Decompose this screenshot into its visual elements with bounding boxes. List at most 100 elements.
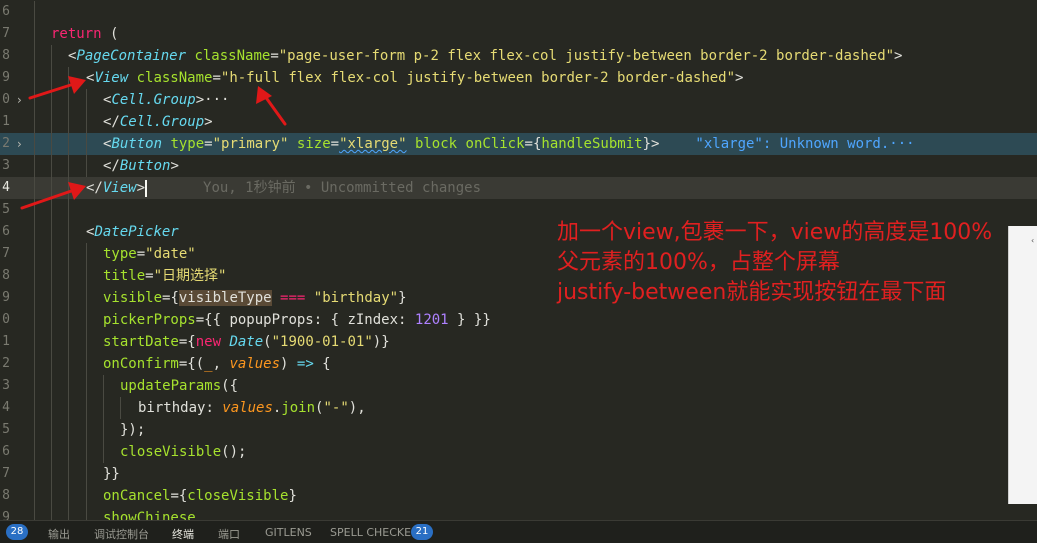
indent-guide (86, 331, 87, 353)
code-text: pickerProps={{ popupProps: { zIndex: 120… (103, 312, 491, 328)
indent-guide (68, 507, 69, 520)
code-text: }); (120, 422, 146, 438)
code-line[interactable]: 0 › <Cell.Group>··· (0, 89, 1037, 111)
indent-guide (34, 441, 35, 463)
indent-guide (51, 441, 52, 463)
indent-guide (68, 353, 69, 375)
code-line[interactable]: 1 </Cell.Group> (0, 111, 1037, 133)
tab-output[interactable]: 输出 (48, 526, 70, 542)
open-paren: ( (110, 26, 119, 42)
code-line[interactable]: 7 return ( (0, 23, 1037, 45)
preview-window-edge[interactable]: ‹ (1008, 226, 1037, 504)
code-line-current[interactable]: 4 </View> You, 1秒钟前 • Uncommitted changes (0, 177, 1037, 199)
code-line[interactable]: 5 }); (0, 419, 1037, 441)
line-number: 8 (2, 48, 10, 63)
tab-terminal[interactable]: 终端 (172, 526, 194, 542)
code-line[interactable]: 2 onConfirm={(_, values) => { (0, 353, 1037, 375)
code-line[interactable]: 4 birthday: values.join("-"), (0, 397, 1037, 419)
line-number: 4 (2, 400, 10, 415)
code-line[interactable]: 3 </Button> (0, 155, 1037, 177)
function-call: closeVisible (120, 444, 222, 460)
code-line[interactable]: 1 startDate={new Date("1900-01-01")} (0, 331, 1037, 353)
indent-guide (51, 485, 52, 507)
line-number: 4 (2, 180, 10, 195)
indent-guide (68, 67, 69, 89)
indent-guide (86, 111, 87, 133)
code-line[interactable]: 9 showChinese (0, 507, 1037, 520)
indent-guide (51, 177, 52, 199)
jsx-attr: pickerProps (103, 312, 196, 328)
misspelled-word[interactable]: "xlarge" (339, 136, 406, 152)
tab-debug-console[interactable]: 调试控制台 (94, 526, 149, 542)
identifier: closeVisible (187, 488, 289, 504)
indent-guide (68, 309, 69, 331)
code-line[interactable]: 7 }} (0, 463, 1037, 485)
indent-guide (68, 133, 69, 155)
indent-guide (34, 23, 35, 45)
indent-guide (34, 353, 35, 375)
tab-ports[interactable]: 端口 (218, 526, 240, 542)
annotation-line-3: justify-between就能实现按钮在最下面 (557, 280, 947, 305)
code-text: </Button> (103, 158, 179, 174)
indent-guide (103, 397, 104, 419)
indent-guide (34, 265, 35, 287)
indent-guide (51, 67, 52, 89)
code-text: startDate={new Date("1900-01-01")} (103, 334, 390, 350)
jsx-tag: View (102, 180, 137, 196)
function-call: updateParams (120, 378, 222, 394)
class-name: Date (229, 334, 264, 350)
indent-guide (68, 155, 69, 177)
problems-badge[interactable]: 28 (6, 524, 28, 540)
jsx-tag: Button (111, 136, 163, 152)
annotation-line-2: 父元素的100%，占整个屏幕 (557, 250, 840, 275)
code-line[interactable]: 8 onCancel={closeVisible} (0, 485, 1037, 507)
jsx-tag: DatePicker (94, 224, 179, 240)
indent-guide (68, 89, 69, 111)
code-line[interactable]: 3 updateParams({ (0, 375, 1037, 397)
code-line[interactable]: 6 closeVisible(); (0, 441, 1037, 463)
code-text: <DatePicker (86, 224, 179, 240)
indent-guide (86, 265, 87, 287)
jsx-attr: onConfirm (103, 356, 179, 372)
line-number: 9 (2, 70, 10, 85)
indent-guide (34, 111, 35, 133)
jsx-tag: Button (119, 158, 171, 174)
fold-chevron-icon[interactable]: › (17, 89, 22, 111)
indent-guide (68, 199, 69, 221)
line-number: 2 (2, 356, 10, 371)
preview-glyph: ‹ (1031, 236, 1035, 245)
code-line-selected[interactable]: 2 › <Button type="primary" size="xlarge"… (0, 133, 1037, 155)
inline-diagnostic[interactable]: "xlarge": Unknown word. (695, 136, 889, 152)
code-line[interactable]: 0 pickerProps={{ popupProps: { zIndex: 1… (0, 309, 1037, 331)
indent-guide (34, 243, 35, 265)
indent-guide (51, 397, 52, 419)
line-number: 2 (2, 136, 10, 151)
indent-guide (86, 463, 87, 485)
git-blame-annotation[interactable]: You, 1秒钟前 • Uncommitted changes (203, 180, 481, 196)
indent-guide (103, 375, 104, 397)
bottom-panel-tabs: 28 输出 调试控制台 终端 端口 GITLENS SPELL CHECKER … (0, 520, 1037, 543)
jsx-attr: className (194, 48, 271, 64)
line-number: 9 (2, 510, 10, 520)
code-line[interactable]: 6 (0, 1, 1037, 23)
code-text: type="date" (103, 246, 196, 262)
indent-guide (86, 89, 87, 111)
indent-guide (51, 463, 52, 485)
code-text: updateParams({ (120, 378, 239, 394)
identifier: values (222, 400, 273, 416)
operator: === (280, 290, 306, 306)
spell-checker-badge[interactable]: 21 (411, 524, 433, 540)
parameter: values (229, 356, 281, 372)
indent-guide (51, 133, 52, 155)
folded-ellipsis[interactable]: ··· (204, 92, 229, 108)
tab-gitlens[interactable]: GITLENS (265, 526, 312, 539)
tab-spell-checker[interactable]: SPELL CHECKER (330, 526, 419, 539)
fold-chevron-icon[interactable]: › (17, 133, 22, 155)
code-line[interactable]: 8 <PageContainer className="page-user-fo… (0, 45, 1037, 67)
identifier: handleSubmit (541, 136, 643, 152)
jsx-attr: className (136, 70, 213, 86)
code-line[interactable]: 9 <View className="h-full flex flex-col … (0, 67, 1037, 89)
code-text: return ( (51, 23, 118, 45)
code-text: visible={visibleType === "birthday"} (103, 290, 407, 306)
diagnostic-ellipsis[interactable]: ··· (889, 136, 914, 152)
